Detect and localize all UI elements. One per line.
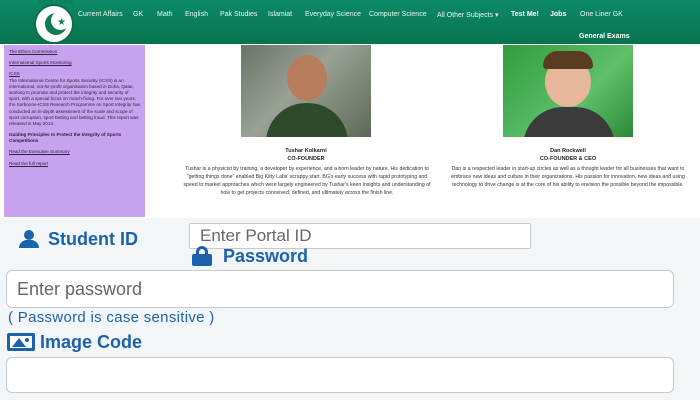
nav-pak-studies[interactable]: Pak Studies <box>220 11 257 18</box>
sidebar-link-ethics[interactable]: The Ethics Commission <box>9 49 140 55</box>
student-id-label: Student ID <box>48 229 138 249</box>
nav-jobs[interactable]: Jobs <box>550 11 566 18</box>
nav-gk[interactable]: GK <box>133 11 143 18</box>
password-hint: ( Password is case sensitive ) <box>8 309 215 326</box>
nav-computer-science[interactable]: Computer Science <box>369 11 427 18</box>
nav-math[interactable]: Math <box>157 11 173 18</box>
person-photo-dan <box>503 45 633 137</box>
nav-all-other-subjects[interactable]: All Other Subjects ▾ <box>437 11 498 19</box>
top-navigation-bar: MCQS FORMS ★ Current Affairs GK Math Eng… <box>0 0 700 44</box>
photo-body <box>266 103 348 137</box>
image-icon <box>7 333 35 351</box>
nav-everyday-science[interactable]: Everyday Science <box>305 11 361 18</box>
site-logo[interactable]: MCQS FORMS ★ <box>34 0 74 44</box>
password-input[interactable] <box>6 270 674 308</box>
person-bio: Dan is a respected leader in start-up ci… <box>451 166 685 189</box>
sidebar-link-monitoring[interactable]: International Sports Monitoring <box>9 60 140 66</box>
sidebar-link-executive-summary[interactable]: Read the Executive Summary <box>9 149 140 155</box>
sidebar-bold-title: Guiding Principles to Protect the Integr… <box>9 132 122 144</box>
person-name: Tushar Kolkarni <box>285 148 327 154</box>
sidebar-paragraph: The International Centre for Sports Secu… <box>9 77 140 126</box>
nav-current-affairs[interactable]: Current Affairs <box>78 11 123 18</box>
photo-head <box>287 55 327 101</box>
sidebar-link-full-report[interactable]: Read the full report <box>9 161 140 167</box>
sidebar-panel: The Ethics Commission International Spor… <box>4 45 145 217</box>
lock-icon <box>191 246 213 266</box>
nav-english[interactable]: English <box>185 11 208 18</box>
user-icon <box>18 230 40 248</box>
image-code-input[interactable] <box>6 357 674 393</box>
image-code-label: Image Code <box>40 332 143 352</box>
nav-test-me[interactable]: Test Me! <box>511 11 539 18</box>
star-icon: ★ <box>57 17 66 28</box>
logo-text: MCQS FORMS <box>38 0 74 6</box>
person-role: CO-FOUNDER <box>287 156 325 162</box>
person-role: CO-FOUNDER & CEO <box>539 156 597 162</box>
person-bio: Tushar is a physicist by training, a dev… <box>183 166 431 197</box>
photo-body <box>523 107 615 137</box>
password-label: Password <box>223 246 309 266</box>
photo-hair <box>543 51 593 69</box>
nav-islamiat[interactable]: Islamiat <box>268 11 292 18</box>
nav-general-exams[interactable]: General Exams <box>579 33 630 40</box>
nav-one-liner-gk[interactable]: One Liner GK <box>580 11 623 18</box>
person-photo-tushar <box>241 45 371 137</box>
person-name: Dan Rockwell <box>550 148 586 154</box>
